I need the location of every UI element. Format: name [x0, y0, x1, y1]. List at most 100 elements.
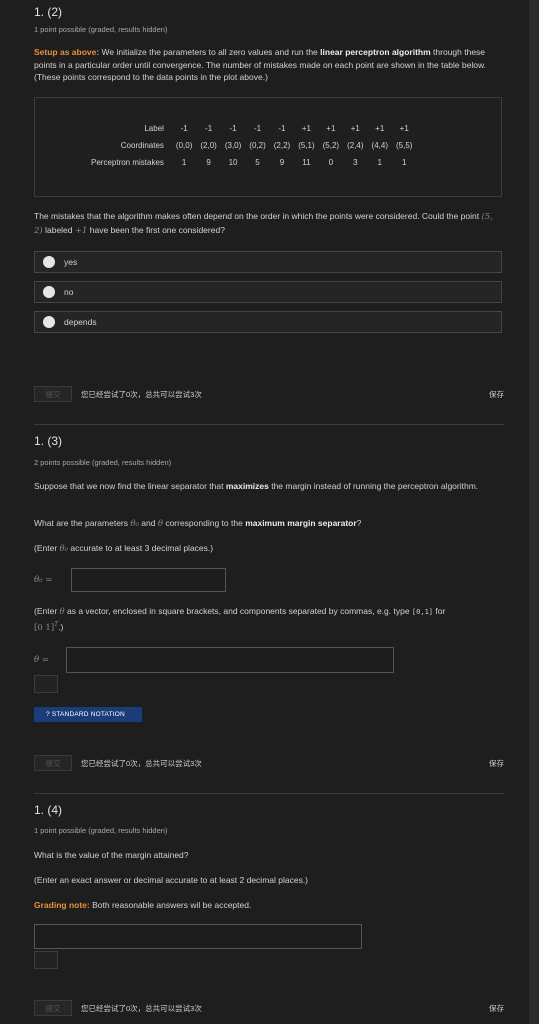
radio-icon[interactable] [43, 316, 55, 328]
mistake-cell: 10 [228, 158, 238, 167]
enter-code: [0,1] [411, 608, 433, 616]
option-no[interactable]: no [34, 281, 502, 303]
attempts-text: 您已经尝试了0次，总共可以尝试3次 [81, 758, 202, 768]
radio-icon[interactable] [43, 256, 55, 268]
submit-button[interactable]: 提交 [34, 755, 72, 771]
theta-label: θ = [34, 655, 49, 665]
q13-q-bold: maximum margin separator [245, 518, 357, 528]
label-cell: +1 [301, 124, 311, 133]
coord-cell: (0,2) [249, 141, 266, 150]
coord-cell: (2,4) [347, 141, 364, 150]
q14-title: 1. (4) [34, 803, 63, 817]
option-depends[interactable]: depends [34, 311, 502, 333]
coord-cell: (3,0) [224, 141, 242, 150]
divider [34, 424, 504, 425]
submit-button[interactable]: 提交 [34, 1000, 72, 1016]
theta0-symbol: θ₀ [59, 544, 69, 554]
attempts-text: 您已经尝试了0次，总共可以尝试3次 [81, 1003, 202, 1013]
q13-text-bold: maximizes [225, 481, 269, 491]
row-label: Perceptron mistakes [91, 158, 164, 167]
table-row-label: Label -1 -1 -1 -1 -1 +1 +1 +1 +1 +1 [87, 120, 416, 137]
label-cell: +1 [350, 124, 360, 133]
attempts-text: 您已经尝试了0次，总共可以尝试3次 [81, 389, 202, 399]
option-yes[interactable]: yes [34, 251, 502, 273]
enter0-a: (Enter [34, 543, 60, 553]
q12-intro-bold: linear perceptron algorithm [320, 47, 431, 57]
standard-notation-button[interactable]: ? STANDARD NOTATION [34, 707, 142, 722]
option-label: depends [64, 317, 97, 327]
theta-preview-box [34, 675, 58, 693]
table-row-coordinates: Coordinates (0,0) (2,0) (3,0) (0,2) (2,2… [87, 137, 416, 154]
enter-d: .) [58, 621, 64, 632]
grading-text: Both reasonable answers wil be accepted. [89, 900, 252, 910]
q14-points: 1 point possible (graded, results hidden… [34, 826, 168, 835]
label-cell: -1 [253, 124, 262, 133]
coord-cell: (5,5) [396, 141, 413, 150]
margin-preview-box [34, 951, 58, 969]
row-label: Coordinates [120, 141, 164, 150]
option-label: no [64, 287, 74, 297]
mistakes-table-box: Label -1 -1 -1 -1 -1 +1 +1 +1 +1 +1 Coor… [34, 97, 502, 197]
save-button[interactable]: 保存 [489, 758, 504, 769]
margin-input[interactable] [34, 924, 362, 949]
q13-submit-row: 提交 您已经尝试了0次，总共可以尝试3次 保存 [34, 753, 504, 773]
q14-enter: (Enter an exact answer or decimal accura… [34, 875, 309, 885]
q13-title: 1. (3) [34, 434, 63, 448]
q12-intro-label: Setup as above: [34, 47, 100, 57]
q12-intro-text-a: We initialize the parameters to all zero… [99, 47, 321, 57]
q13-q-and: and [138, 518, 158, 528]
label-cell: -1 [205, 124, 213, 133]
mistakes-table: Label -1 -1 -1 -1 -1 +1 +1 +1 +1 +1 Coor… [87, 120, 416, 171]
theta0-input[interactable] [71, 568, 226, 592]
q12-intro: Setup as above: We initialize the parame… [34, 46, 504, 84]
label-cell: +1 [399, 124, 409, 133]
label-cell: -1 [229, 124, 237, 133]
label-cell: -1 [278, 124, 286, 133]
mistake-cell: 9 [206, 158, 211, 167]
q13-enter-vector: (Enter θ as a vector, enclosed in square… [34, 605, 504, 634]
q13-text: Suppose that we now find the linear sepa… [34, 480, 504, 493]
row-label: Label [144, 124, 164, 133]
coord-cell: (4,4) [371, 141, 388, 150]
enter-b: as a vector, enclosed in square brackets… [64, 606, 412, 616]
q12-question-b: labeled [42, 224, 75, 235]
mistake-cell: 1 [402, 158, 407, 167]
q12-question-label: +1 [74, 225, 88, 236]
q14-submit-row: 提交 您已经尝试了0次，总共可以尝试3次 保存 [34, 998, 504, 1018]
q12-submit-row: 提交 您已经尝试了0次，总共可以尝试3次 保存 [34, 384, 504, 404]
mistake-cell: 5 [255, 158, 260, 167]
mistake-cell: 1 [377, 158, 382, 167]
q14-grading-note: Grading note: Both reasonable answers wi… [34, 899, 504, 912]
q14-question: What is the value of the margin attained… [34, 850, 189, 860]
submit-button[interactable]: 提交 [34, 386, 72, 402]
mistake-cell: 11 [302, 158, 311, 167]
q12-points: 1 point possible (graded, results hidden… [34, 25, 168, 34]
mistake-cell: 1 [181, 158, 187, 167]
coord-cell: (2,2) [273, 141, 291, 150]
enter0-b: accurate to at least 3 decimal places.) [68, 543, 214, 553]
save-button[interactable]: 保存 [489, 1003, 504, 1014]
q13-question: What are the parameters θ₀ and θ corresp… [34, 517, 504, 531]
coord-cell: (0,0) [175, 141, 193, 150]
coord-cell: (2,0) [200, 141, 217, 150]
mistake-cell: 9 [279, 158, 285, 167]
q13-q-b: corresponding to the [162, 518, 246, 528]
q12-question: The mistakes that the algorithm makes of… [34, 210, 504, 237]
coord-cell: (5,1) [298, 141, 315, 150]
q13-q-a: What are the parameters [34, 518, 131, 528]
enter-c: for [433, 606, 446, 616]
radio-icon[interactable] [43, 286, 55, 298]
theta-input[interactable] [66, 647, 394, 673]
coord-cell: (5,2) [322, 141, 340, 150]
q13-points: 2 points possible (graded, results hidde… [34, 458, 172, 467]
table-row-mistakes: Perceptron mistakes 1 9 10 5 9 11 0 3 1 … [87, 154, 416, 171]
right-scroll-strip[interactable] [529, 0, 539, 1024]
save-button[interactable]: 保存 [489, 389, 504, 400]
q12-question-c: have been the first one considered? [87, 224, 225, 235]
q12-question-a: The mistakes that the algorithm makes of… [34, 211, 482, 221]
grading-label: Grading note: [34, 900, 90, 910]
theta0-label: θ₀ = [34, 575, 53, 585]
q13-text-b: the margin instead of running the percep… [268, 481, 479, 491]
q13-text-a: Suppose that we now find the linear sepa… [34, 481, 226, 491]
enter-vec: [0 1] [34, 622, 55, 633]
